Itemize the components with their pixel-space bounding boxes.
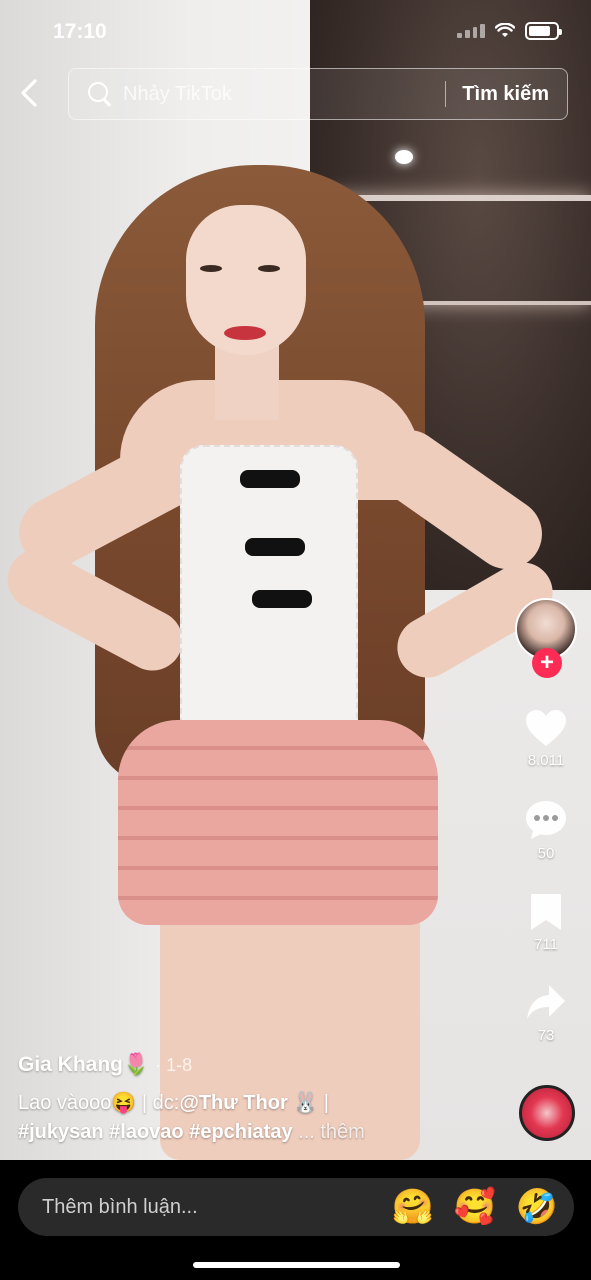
like-button[interactable]: 8.011 bbox=[524, 708, 568, 769]
follow-button[interactable]: + bbox=[532, 648, 562, 678]
heart-icon bbox=[526, 710, 566, 746]
comment-count: 50 bbox=[537, 845, 555, 862]
post-date: · 1-8 bbox=[155, 1055, 193, 1075]
status-icons bbox=[457, 22, 562, 40]
caption-mention[interactable]: @Thư Thor 🐰 bbox=[179, 1092, 318, 1114]
share-button[interactable]: 73 bbox=[525, 983, 567, 1044]
action-rail: + 8.011 50 711 73 bbox=[511, 598, 581, 1044]
emoji-laugh-button[interactable]: 🤣 bbox=[512, 1187, 562, 1227]
battery-icon bbox=[525, 22, 562, 40]
comment-button[interactable]: 50 bbox=[524, 799, 568, 862]
status-bar: 17:10 bbox=[0, 0, 591, 62]
caption-suffix: | bbox=[318, 1092, 329, 1114]
bottom-bar: Thêm bình luận... 🤗 🥰 🤣 bbox=[0, 1160, 591, 1280]
share-icon bbox=[527, 985, 565, 1019]
search-bar[interactable]: Nhảy TikTok Tìm kiếm bbox=[68, 68, 568, 120]
bow-3 bbox=[252, 590, 312, 608]
bookmark-count: 711 bbox=[534, 936, 558, 953]
person-eye-left bbox=[200, 265, 222, 272]
bookmark-icon bbox=[531, 894, 561, 930]
status-time: 17:10 bbox=[53, 20, 107, 43]
music-disc[interactable] bbox=[519, 1085, 575, 1141]
caption-text: Lao vàooo😝 | dc:@Thư Thor 🐰 | #jukysan #… bbox=[18, 1089, 418, 1147]
see-more-link[interactable]: ... thêm bbox=[293, 1121, 365, 1143]
poster-light bbox=[395, 150, 413, 164]
person-skirt bbox=[118, 720, 438, 925]
search-button[interactable]: Tìm kiếm bbox=[446, 83, 567, 106]
emoji-love-button[interactable]: 🥰 bbox=[450, 1187, 500, 1227]
caption-hashtags[interactable]: #jukysan #laovao #epchiatay bbox=[18, 1121, 293, 1143]
author-line: Gia Khang🌷 · 1-8 bbox=[18, 1053, 418, 1077]
creator-avatar[interactable]: + bbox=[515, 598, 577, 678]
like-count: 8.011 bbox=[527, 752, 565, 769]
search-icon bbox=[87, 81, 113, 107]
comment-input[interactable]: Thêm bình luận... bbox=[42, 1196, 388, 1219]
chevron-left-icon bbox=[21, 79, 37, 107]
bow-2 bbox=[245, 538, 305, 556]
bow-1 bbox=[240, 470, 300, 488]
comment-icon bbox=[526, 801, 566, 839]
video-caption: Gia Khang🌷 · 1-8 Lao vàooo😝 | dc:@Thư Th… bbox=[18, 1053, 418, 1147]
emoji-hug-button[interactable]: 🤗 bbox=[388, 1187, 438, 1227]
video-player[interactable] bbox=[0, 0, 591, 1160]
search-input[interactable]: Nhảy TikTok bbox=[123, 83, 445, 106]
bookmark-button[interactable]: 711 bbox=[529, 892, 563, 953]
home-indicator bbox=[193, 1262, 400, 1268]
back-button[interactable] bbox=[18, 78, 48, 110]
caption-prefix: Lao vàooo😝 | dc: bbox=[18, 1092, 180, 1114]
wifi-icon bbox=[495, 23, 515, 37]
person-lips bbox=[224, 326, 266, 340]
author-name[interactable]: Gia Khang🌷 bbox=[18, 1053, 149, 1077]
signal-icon bbox=[457, 24, 485, 38]
share-count: 73 bbox=[537, 1027, 555, 1044]
person-eye-right bbox=[258, 265, 280, 272]
comment-input-bar[interactable]: Thêm bình luận... 🤗 🥰 🤣 bbox=[18, 1178, 574, 1236]
